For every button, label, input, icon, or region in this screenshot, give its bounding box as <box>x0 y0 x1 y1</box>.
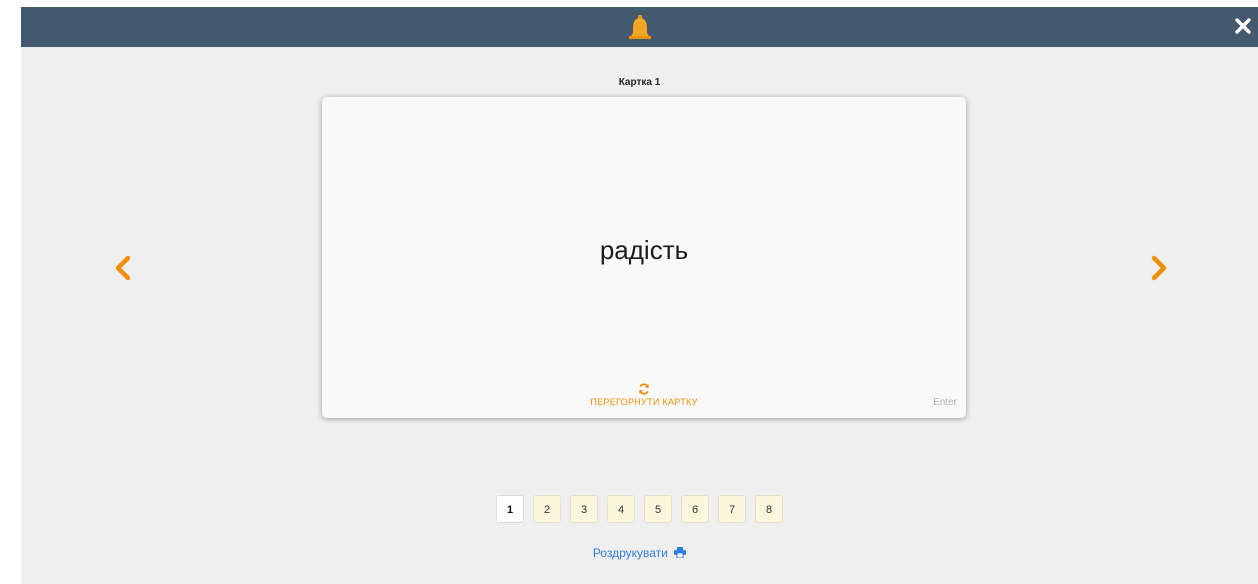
close-icon[interactable] <box>1234 17 1252 35</box>
card-word: радість <box>599 235 689 265</box>
page-button-6[interactable]: 6 <box>681 495 709 523</box>
page-button-1[interactable]: 1 <box>496 495 524 523</box>
page-button-4[interactable]: 4 <box>607 495 635 523</box>
page-button-2[interactable]: 2 <box>533 495 561 523</box>
print-link[interactable]: Роздрукувати <box>21 545 1258 560</box>
refresh-icon <box>639 383 649 395</box>
chevron-right-icon[interactable] <box>1149 255 1169 281</box>
flip-card-label: ПЕРЕГОРНУТИ КАРТКУ <box>590 397 698 407</box>
flashcard-app: Картка 1 радість ПЕРЕГОРНУТИ КАРТКУ Ente… <box>21 7 1258 584</box>
print-label: Роздрукувати <box>592 545 668 560</box>
bell-icon <box>629 15 651 39</box>
card-title: Картка 1 <box>618 77 661 88</box>
printer-icon <box>674 547 687 559</box>
chevron-left-icon[interactable] <box>113 255 133 281</box>
page-button-8[interactable]: 8 <box>755 495 783 523</box>
page-button-5[interactable]: 5 <box>644 495 672 523</box>
page-button-3[interactable]: 3 <box>570 495 598 523</box>
page-button-7[interactable]: 7 <box>718 495 746 523</box>
flashcard[interactable]: радість ПЕРЕГОРНУТИ КАРТКУ Enter <box>322 97 966 418</box>
enter-hint: Enter <box>933 397 957 408</box>
top-bar <box>21 7 1258 47</box>
flip-card-button[interactable]: ПЕРЕГОРНУТИ КАРТКУ <box>569 383 719 413</box>
